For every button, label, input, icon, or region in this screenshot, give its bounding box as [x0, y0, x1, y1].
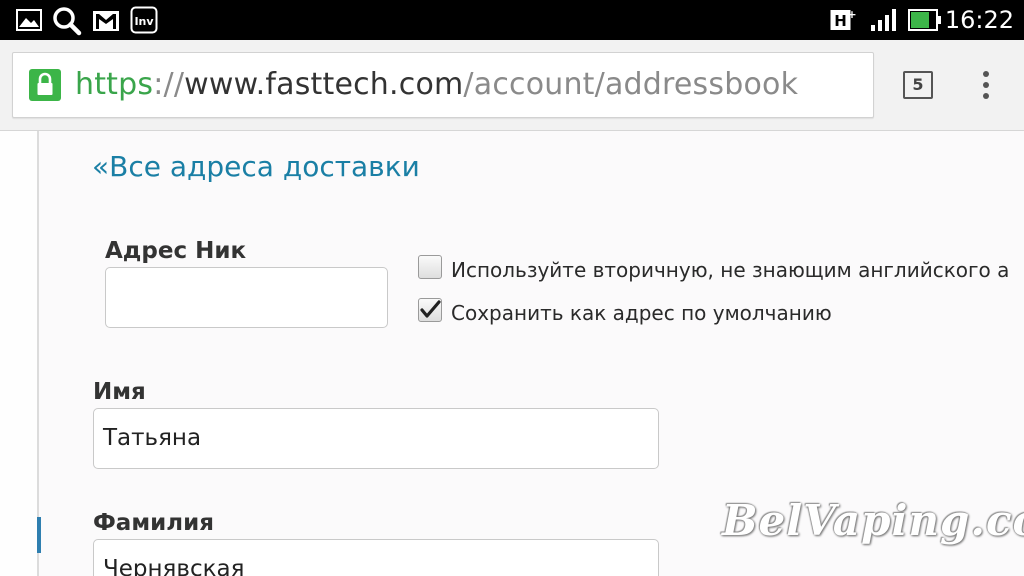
nickname-input[interactable] [105, 267, 388, 328]
secondary-language-checkbox[interactable] [418, 255, 442, 279]
site-watermark: BelVaping.com [722, 496, 1024, 545]
default-address-checkbox[interactable] [418, 298, 442, 322]
svg-text:H: H [834, 12, 847, 30]
left-sidebar-edge [0, 131, 39, 576]
default-address-label: Сохранить как адрес по умолчанию [451, 301, 832, 325]
svg-text:Inv: Inv [134, 15, 154, 28]
signal-strength-icon [870, 8, 898, 37]
search-icon [52, 6, 82, 41]
default-address-option[interactable]: Сохранить как адрес по умолчанию [418, 298, 858, 326]
url-path: /account/addressbook [463, 67, 799, 102]
all-addresses-link[interactable]: «Все адреса доставки [92, 149, 420, 185]
secondary-language-label: Используйте вторичную, не знающим англий… [451, 258, 1010, 282]
overflow-menu-icon[interactable] [978, 70, 994, 100]
status-clock: 16:22 [944, 6, 1014, 34]
nickname-label: Адрес Ник [105, 238, 247, 264]
screen: Inv H + 16:22 https://www.fasttech.com/a… [0, 0, 1024, 576]
svg-text:+: + [847, 8, 856, 21]
last-name-label: Фамилия [93, 510, 214, 536]
url-scheme: https [75, 67, 154, 102]
image-notification-icon [16, 9, 42, 36]
first-name-input[interactable]: Татьяна [93, 408, 659, 469]
status-bar: Inv H + 16:22 [0, 0, 1024, 40]
gmail-icon [92, 10, 120, 37]
url-text[interactable]: https://www.fasttech.com/account/address… [75, 65, 798, 105]
url-host: www.fasttech.com [184, 67, 464, 102]
battery-icon [908, 9, 942, 36]
address-bar[interactable]: https://www.fasttech.com/account/address… [12, 52, 874, 118]
hplus-signal-icon: H + [830, 8, 857, 37]
checkmark-icon [420, 300, 441, 318]
url-separator: :// [153, 67, 185, 102]
secondary-language-option[interactable]: Используйте вторичную, не знающим англий… [418, 255, 1024, 283]
secure-lock-icon[interactable] [29, 69, 61, 101]
sidebar-marker [37, 517, 41, 553]
last-name-input[interactable]: Чернявская [93, 539, 659, 576]
inv-app-icon: Inv [130, 6, 158, 39]
first-name-label: Имя [93, 379, 146, 405]
browser-toolbar: https://www.fasttech.com/account/address… [0, 40, 1024, 131]
tab-switcher-button[interactable]: 5 [903, 71, 933, 99]
